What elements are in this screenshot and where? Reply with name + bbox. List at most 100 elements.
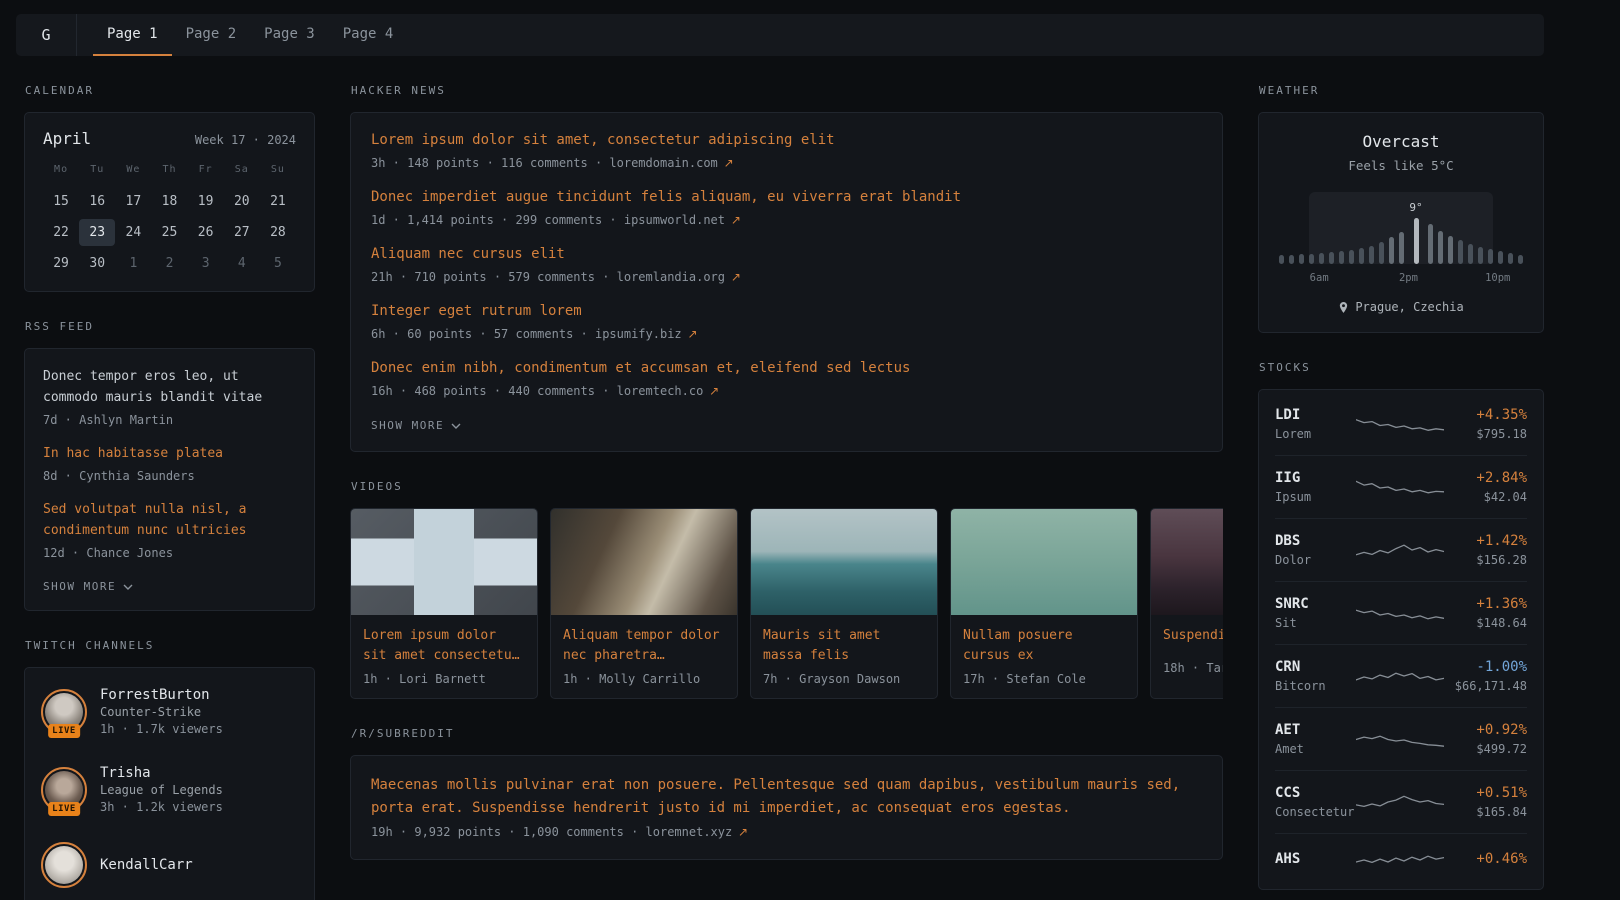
app-logo[interactable]: G [16,14,77,56]
calendar-day: 21 [260,188,296,215]
external-link-icon[interactable]: ↗ [705,384,719,398]
calendar-day: 15 [43,188,79,215]
hackernews-show-more-button[interactable]: SHOW MORE [371,419,461,432]
section-title-weather: WEATHER [1259,84,1544,97]
weather-bar [1428,224,1433,264]
calendar-days: 1516171819202122232425262728293012345 [43,188,296,277]
hackernews-item-meta: 21h · 710 points · 579 comments · loreml… [371,269,1202,286]
video-card[interactable]: Aliquam tempor dolor nec pharetra… 1h · … [550,508,738,699]
hackernews-item-title[interactable]: Integer eget rutrum lorem [371,301,1202,322]
twitch-channel-name: Trisha [100,764,223,782]
twitch-channel-info: ForrestBurton Counter-Strike 1h · 1.7k v… [100,686,223,738]
topbar: G Page 1 Page 2 Page 3 Page 4 [16,14,1544,56]
stock-price: $165.84 [1454,804,1527,820]
stock-company: Dolor [1275,552,1348,568]
twitch-channel-row[interactable]: KendallCarr [41,828,298,900]
tab-page-3[interactable]: Page 3 [250,14,329,56]
calendar-header: April Week 17 · 2024 [43,129,296,148]
stock-sparkline [1356,663,1446,689]
stock-sparkline [1356,847,1446,873]
rss-item-title[interactable]: In hac habitasse platea [43,443,296,464]
video-card[interactable]: Mauris sit amet massa felis 7h · Grayson… [750,508,938,699]
live-badge: LIVE [48,724,80,738]
rss-item-title[interactable]: Sed volutpat nulla nisl, a condimentum n… [43,499,296,541]
calendar-day: 27 [224,219,260,246]
hackernews-item-title[interactable]: Aliquam nec cursus elit [371,244,1202,265]
hackernews-item-title[interactable]: Lorem ipsum dolor sit amet, consectetur … [371,130,1202,151]
stock-sparkline [1356,789,1446,815]
video-thumbnail [351,509,537,615]
hackernews-card: Lorem ipsum dolor sit amet, consectetur … [350,112,1223,452]
video-title: Suspendisse diam [1151,615,1223,655]
video-meta: 7h · Grayson Dawson [751,666,937,698]
rss-item: In hac habitasse platea 8d · Cynthia Sau… [43,443,296,485]
video-card[interactable]: Lorem ipsum dolor sit amet consectetu… 1… [350,508,538,699]
subreddit-post-meta: 19h · 9,932 points · 1,090 comments · lo… [371,824,1202,841]
rss-item-title[interactable]: Donec tempor eros leo, ut commodo mauris… [43,366,296,408]
stock-row: DBSDolor +1.42%$156.28 [1275,518,1527,581]
weather-widget: WEATHER Overcast Feels like 5°C 9° 6am 2… [1258,84,1544,333]
hackernews-widget: HACKER NEWS Lorem ipsum dolor sit amet, … [350,84,1223,452]
subreddit-widget: /R/SUBREDDIT Maecenas mollis pulvinar er… [350,727,1223,860]
rss-item-meta: 7d · Ashlyn Martin [43,412,296,429]
calendar-day: 24 [115,219,151,246]
stock-company: Bitcorn [1275,678,1348,694]
twitch-widget: TWITCH CHANNELS LIVE ForrestBurton Count… [24,639,315,900]
rss-show-more-button[interactable]: SHOW MORE [43,580,133,593]
stock-change: +4.35% [1454,406,1527,424]
twitch-channel-row[interactable]: LIVE Trisha League of Legends 3h · 1.2k … [41,750,298,828]
calendar-weekday: Fr [188,164,224,180]
weather-bar [1309,254,1314,264]
subreddit-post-title[interactable]: Maecenas mollis pulvinar erat non posuer… [371,774,1202,820]
external-link-icon[interactable]: ↗ [720,156,734,170]
calendar-card: April Week 17 · 2024 MoTuWeThFrSaSu 1516… [24,112,315,292]
stock-ticker: CRN [1275,658,1348,676]
tab-label: Page 2 [172,14,251,56]
hackernews-item-title[interactable]: Donec enim nibh, condimentum et accumsan… [371,358,1202,379]
weather-bar [1389,237,1394,264]
hackernews-item: Integer eget rutrum lorem 6h · 60 points… [371,301,1202,343]
avatar: LIVE [41,689,87,735]
weather-time-labels: 6am 2pm 10pm [1277,272,1525,286]
stock-company: Amet [1275,741,1348,757]
calendar-day: 28 [260,219,296,246]
weather-card: Overcast Feels like 5°C 9° 6am 2pm 10pm … [1258,112,1544,333]
twitch-channel-name: ForrestBurton [100,686,223,704]
video-card[interactable]: Nullam posuere cursus ex 17h · Stefan Co… [950,508,1138,699]
video-card[interactable]: Suspendisse diam 18h · Tara [1150,508,1223,699]
video-meta: 18h · Tara [1151,655,1223,687]
calendar-month: April [43,129,91,148]
tab-page-1[interactable]: Page 1 [93,14,172,56]
weather-bar [1518,255,1523,264]
calendar-week-label: Week 17 · 2024 [195,133,296,147]
stock-company: Consectetur [1275,804,1348,820]
video-meta: 1h · Lori Barnett [351,666,537,698]
twitch-channel-info: KendallCarr [100,856,193,874]
calendar-day: 20 [224,188,260,215]
avatar [41,842,87,888]
twitch-channel-viewers: 1h · 1.7k viewers [100,721,223,738]
stock-price: $156.28 [1454,552,1527,568]
external-link-icon[interactable]: ↗ [727,213,741,227]
stock-ticker: CCS [1275,784,1348,802]
external-link-icon[interactable]: ↗ [727,270,741,284]
weather-chart: 9° [1277,192,1525,264]
hackernews-item-title[interactable]: Donec imperdiet augue tincidunt felis al… [371,187,1202,208]
subreddit-card: Maecenas mollis pulvinar erat non posuer… [350,755,1223,860]
external-link-icon[interactable]: ↗ [734,825,748,839]
external-link-icon[interactable]: ↗ [684,327,698,341]
weather-condition: Overcast [1277,131,1525,153]
tab-label: Page 3 [250,14,329,56]
stock-sparkline [1356,474,1446,500]
twitch-channel-row[interactable]: LIVE ForrestBurton Counter-Strike 1h · 1… [41,672,298,750]
weather-bar [1369,246,1374,264]
tab-page-4[interactable]: Page 4 [329,14,408,56]
rss-item: Donec tempor eros leo, ut commodo mauris… [43,366,296,429]
weather-bar: 9° [1409,202,1422,264]
weather-location-text: Prague, Czechia [1355,300,1463,314]
stock-ticker: AET [1275,721,1348,739]
video-thumbnail [551,509,737,615]
tab-page-2[interactable]: Page 2 [172,14,251,56]
section-title-subreddit: /R/SUBREDDIT [351,727,1223,740]
stock-row: AHS +0.46% [1275,833,1527,886]
